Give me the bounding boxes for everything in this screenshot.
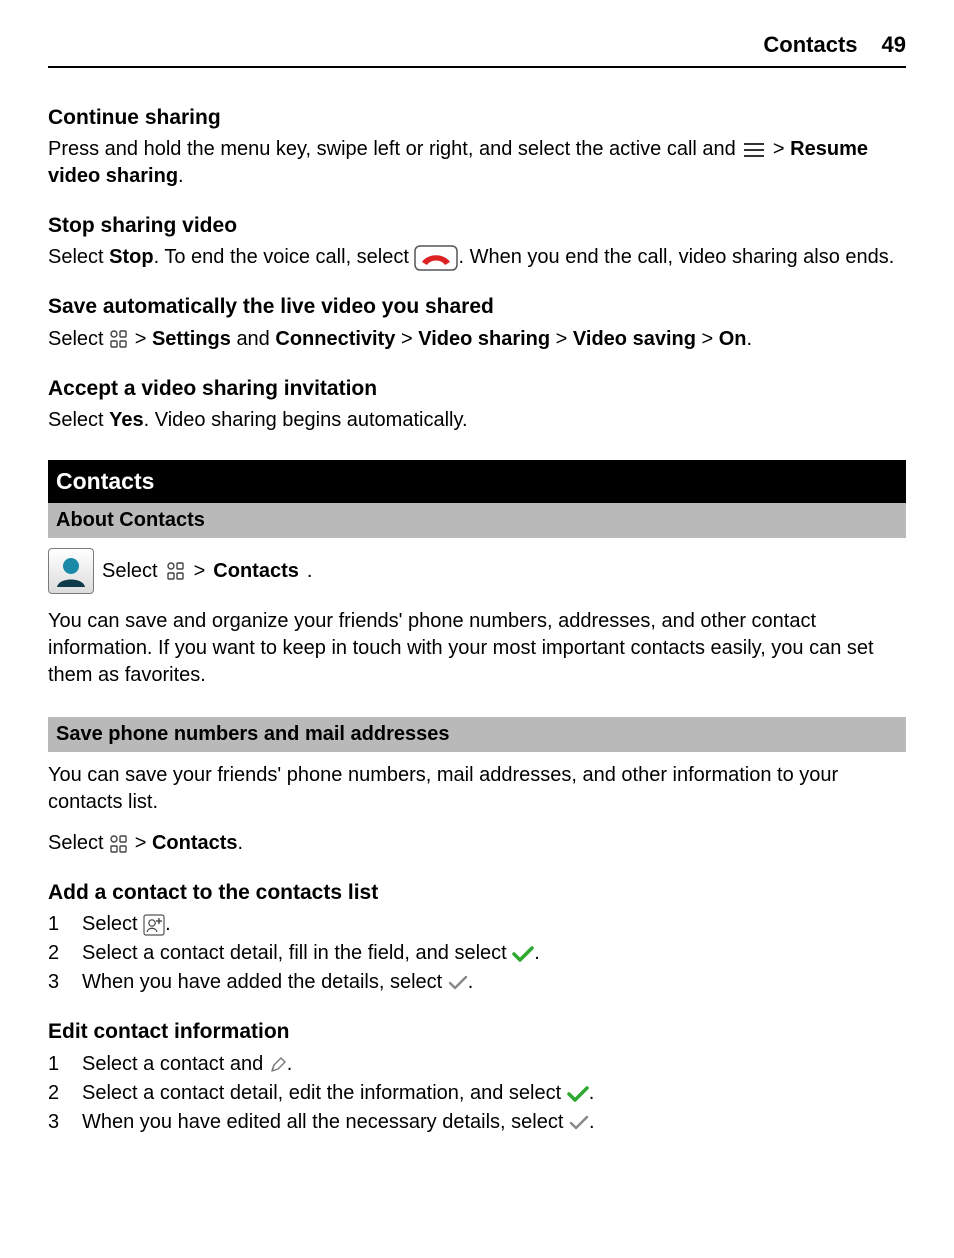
text-connectivity: Connectivity	[275, 328, 395, 350]
text: .	[287, 1053, 293, 1075]
paragraph-save-auto: Select > Settings and Connectivity > Vid…	[48, 326, 906, 353]
text: >	[556, 328, 573, 350]
text: .	[165, 913, 171, 935]
list-number: 1	[48, 1051, 64, 1078]
pencil-icon	[269, 1056, 287, 1074]
paragraph-save-numbers: You can save your friends' phone numbers…	[48, 762, 906, 816]
list-text: Select a contact detail, edit the inform…	[82, 1080, 594, 1107]
new-contact-icon	[143, 914, 165, 936]
apps-grid-icon	[109, 834, 129, 854]
list-number: 2	[48, 1080, 64, 1107]
text-stop: Stop	[109, 246, 153, 268]
apps-grid-icon	[109, 329, 129, 349]
list-number: 3	[48, 969, 64, 996]
paragraph-stop-sharing: Select Stop. To end the voice call, sele…	[48, 244, 906, 271]
list-number: 1	[48, 911, 64, 938]
text: >	[401, 328, 418, 350]
contacts-avatar-icon	[48, 548, 94, 594]
text: Select	[48, 246, 109, 268]
list-number: 3	[48, 1109, 64, 1136]
text-video-sharing: Video sharing	[418, 328, 550, 350]
menu-lines-icon	[741, 141, 767, 159]
about-contacts-row: Select > Contacts.	[48, 548, 906, 594]
heading-edit-contact: Edit contact information	[48, 1018, 906, 1046]
text: Select	[48, 409, 109, 431]
heading-stop-sharing: Stop sharing video	[48, 212, 906, 240]
list-item: 3 When you have edited all the necessary…	[48, 1109, 906, 1136]
text: Select a contact detail, edit the inform…	[82, 1082, 567, 1104]
text: >	[135, 328, 152, 350]
heading-save-auto: Save automatically the live video you sh…	[48, 293, 906, 321]
list-text: When you have added the details, select …	[82, 969, 473, 996]
check-green-icon	[512, 945, 534, 963]
list-add-contact: 1 Select . 2 Select a conta	[48, 911, 906, 996]
text: .	[589, 1082, 595, 1104]
text: . To end the voice call, select	[154, 246, 415, 268]
paragraph-accept-invitation: Select Yes. Video sharing begins automat…	[48, 407, 906, 434]
text: >	[135, 832, 152, 854]
heading-add-contact: Add a contact to the contacts list	[48, 879, 906, 907]
text: Press and hold the menu key, swipe left …	[48, 138, 741, 160]
list-item: 2 Select a contact detail, edit the info…	[48, 1080, 906, 1107]
apps-grid-icon	[166, 561, 186, 581]
text: When you have edited all the necessary d…	[82, 1111, 569, 1133]
end-call-icon	[414, 245, 458, 271]
text: Select a contact and	[82, 1053, 269, 1075]
check-green-icon	[567, 1085, 589, 1103]
header-page-number: 49	[882, 30, 906, 60]
text-yes: Yes	[109, 409, 143, 431]
text: Select	[82, 913, 143, 935]
list-item: 3 When you have added the details, selec…	[48, 969, 906, 996]
list-item: 1 Select .	[48, 911, 906, 938]
text: >	[773, 138, 790, 160]
text: .	[589, 1111, 595, 1133]
text-contacts: Contacts	[152, 832, 238, 854]
subsection-heading-about-contacts: About Contacts	[48, 503, 906, 538]
list-number: 2	[48, 940, 64, 967]
text: Select	[48, 328, 109, 350]
text: .	[468, 971, 474, 993]
text: .	[307, 558, 313, 585]
section-heading-contacts: Contacts	[48, 460, 906, 503]
list-edit-contact: 1 Select a contact and . 2 Select a cont…	[48, 1051, 906, 1136]
header-section: Contacts	[763, 30, 857, 60]
list-item: 2 Select a contact detail, fill in the f…	[48, 940, 906, 967]
text: .	[178, 165, 184, 187]
text: .	[534, 942, 540, 964]
list-text: Select .	[82, 911, 171, 938]
running-header: Contacts 49	[48, 30, 906, 68]
text: Select a contact detail, fill in the fie…	[82, 942, 512, 964]
text-on: On	[719, 328, 747, 350]
list-text: Select a contact and .	[82, 1051, 292, 1078]
text: >	[702, 328, 719, 350]
text: .	[747, 328, 753, 350]
paragraph-about-contacts: You can save and organize your friends' …	[48, 608, 906, 689]
text-video-saving: Video saving	[573, 328, 696, 350]
list-item: 1 Select a contact and .	[48, 1051, 906, 1078]
done-check-icon	[448, 974, 468, 992]
text: . Video sharing begins automatically.	[144, 409, 468, 431]
paragraph-continue-sharing: Press and hold the menu key, swipe left …	[48, 136, 906, 190]
text-settings: Settings	[152, 328, 231, 350]
list-text: When you have edited all the necessary d…	[82, 1109, 595, 1136]
text: Select	[48, 832, 109, 854]
text: .	[238, 832, 244, 854]
paragraph-select-contacts: Select > Contacts.	[48, 830, 906, 857]
text: When you have added the details, select	[82, 971, 448, 993]
text: and	[236, 328, 275, 350]
subsection-heading-save-numbers: Save phone numbers and mail addresses	[48, 717, 906, 752]
heading-accept-invitation: Accept a video sharing invitation	[48, 375, 906, 403]
heading-continue-sharing: Continue sharing	[48, 104, 906, 132]
text: >	[194, 558, 206, 585]
text: Select	[102, 558, 158, 585]
done-check-icon	[569, 1114, 589, 1132]
list-text: Select a contact detail, fill in the fie…	[82, 940, 540, 967]
text: . When you end the call, video sharing a…	[458, 246, 894, 268]
text-contacts: Contacts	[213, 558, 299, 585]
